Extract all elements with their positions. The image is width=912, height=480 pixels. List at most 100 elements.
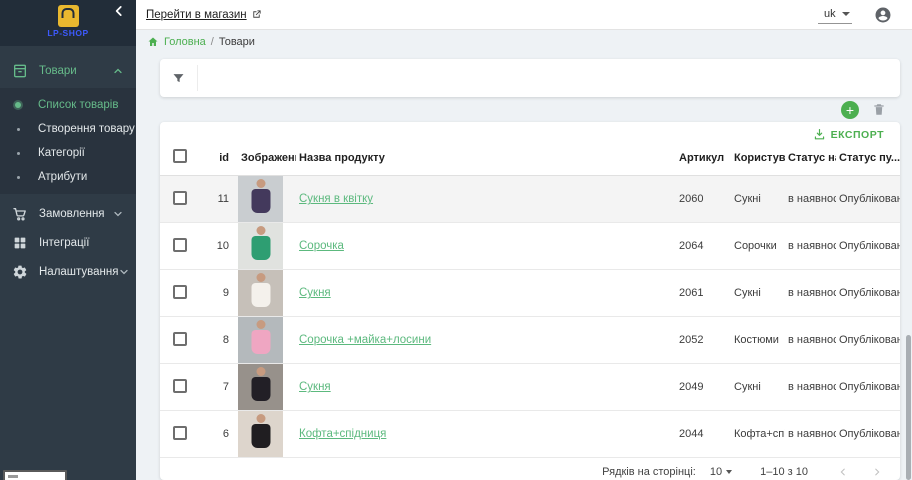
cell-stock: в наявності (785, 176, 836, 223)
gear-icon (12, 264, 28, 280)
sidebar-collapse-icon[interactable] (112, 4, 126, 18)
home-icon (147, 36, 159, 48)
product-image (238, 223, 283, 269)
next-page-icon[interactable] (872, 467, 882, 477)
column-stock-status[interactable]: Статус на... (785, 143, 836, 176)
submenu-item-label: Категорії (38, 147, 85, 159)
sidebar-item-integrations[interactable]: Інтеграції (0, 228, 136, 257)
export-label: ЕКСПОРТ (831, 129, 884, 141)
sidebar-item-attributes[interactable]: Атрибути (0, 165, 136, 189)
product-link[interactable]: Сорочка +майка+лосини (299, 334, 431, 346)
cell-category: Сукні (731, 270, 785, 317)
cell-sku: 2060 (676, 176, 731, 223)
table-row[interactable]: 9 Сукня 2061 Сукні в наявності Опубліков… (160, 270, 900, 317)
bullet-icon (17, 176, 20, 179)
toolbar-divider (197, 65, 198, 91)
main-area: Перейти в магазин uk Головна / Товари (136, 0, 912, 480)
column-name[interactable]: Назва продукту (296, 143, 676, 176)
table-row[interactable]: 10 Сорочка 2064 Сорочки в наявності Опуб… (160, 223, 900, 270)
cell-sku: 2052 (676, 317, 731, 364)
breadcrumb-separator: / (211, 36, 214, 48)
select-all-checkbox[interactable] (173, 149, 187, 163)
cell-category: Сукні (731, 176, 785, 223)
products-table-card: ЕКСПОРТ id Зображення Назва продукту Арт… (160, 122, 900, 480)
row-checkbox[interactable] (173, 238, 187, 252)
submenu-item-label: Створення товару (38, 123, 135, 135)
product-link[interactable]: Сорочка (299, 240, 344, 252)
sidebar: LP-SHOP Товари Список товарів (0, 0, 136, 480)
pagination: Рядків на сторінці: 10 1–10 з 10 (160, 458, 900, 480)
table-header-row: id Зображення Назва продукту Артикул Кор… (160, 143, 900, 176)
sidebar-item-create-product[interactable]: Створення товару (0, 117, 136, 141)
caret-down-icon (726, 470, 732, 474)
products-table: id Зображення Назва продукту Артикул Кор… (160, 143, 900, 458)
breadcrumb-home[interactable]: Головна (164, 36, 206, 48)
shop-logo[interactable]: LP-SHOP (47, 5, 88, 38)
cell-published: Опубліковано (836, 270, 900, 317)
table-row[interactable]: 6 Кофта+спідниця 2044 Кофта+спідниці в н… (160, 411, 900, 458)
sidebar-item-orders[interactable]: Замовлення (0, 199, 136, 228)
row-checkbox[interactable] (173, 426, 187, 440)
previous-page-icon[interactable] (838, 467, 848, 477)
delete-icon[interactable] (872, 102, 886, 117)
sidebar-item-products[interactable]: Товари (0, 56, 136, 85)
product-link[interactable]: Сукня (299, 287, 331, 299)
column-publish-status[interactable]: Статус пу... (836, 143, 900, 176)
pagination-range: 1–10 з 10 (760, 466, 808, 478)
language-select[interactable]: uk (818, 6, 852, 24)
cell-sku: 2064 (676, 223, 731, 270)
sidebar-item-label: Замовлення (39, 208, 112, 220)
row-checkbox[interactable] (173, 285, 187, 299)
cell-id: 11 (206, 176, 238, 223)
admin-app: LP-SHOP Товари Список товарів (0, 0, 912, 480)
cell-category: Сукні (731, 364, 785, 411)
rows-per-page-select[interactable]: 10 (710, 466, 732, 478)
sidebar-item-settings[interactable]: Налаштування (0, 257, 136, 286)
sidebar-item-categories[interactable]: Категорії (0, 141, 136, 165)
sidebar-item-product-list[interactable]: Список товарів (0, 93, 136, 117)
cell-id: 10 (206, 223, 238, 270)
table-row[interactable]: 11 Сукня в квітку 2060 Сукні в наявності… (160, 176, 900, 223)
submenu-item-label: Атрибути (38, 171, 87, 183)
export-button[interactable]: ЕКСПОРТ (813, 128, 884, 141)
cell-sku: 2061 (676, 270, 731, 317)
sidebar-item-label: Товари (39, 65, 112, 77)
breadcrumb: Головна / Товари (136, 30, 912, 53)
column-sku[interactable]: Артикул (676, 143, 731, 176)
cell-id: 7 (206, 364, 238, 411)
table-row[interactable]: 7 Сукня 2049 Сукні в наявності Опубліков… (160, 364, 900, 411)
cell-stock: в наявності (785, 411, 836, 458)
add-product-button[interactable]: + (841, 101, 859, 119)
cell-published: Опубліковано (836, 176, 900, 223)
go-to-store-link[interactable]: Перейти в магазин (146, 9, 262, 21)
column-image[interactable]: Зображення (238, 143, 296, 176)
product-link[interactable]: Кофта+спідниця (299, 428, 386, 440)
cell-id: 6 (206, 411, 238, 458)
row-checkbox[interactable] (173, 332, 187, 346)
row-checkbox[interactable] (173, 379, 187, 393)
account-icon[interactable] (874, 6, 892, 24)
column-user[interactable]: Користува... (731, 143, 785, 176)
filter-icon[interactable] (171, 71, 186, 86)
submenu-item-label: Список товарів (38, 99, 118, 111)
product-link[interactable]: Сукня (299, 381, 331, 393)
cell-id: 8 (206, 317, 238, 364)
logo-text: LP-SHOP (47, 28, 88, 38)
store-link-label: Перейти в магазин (146, 9, 247, 21)
product-image (238, 270, 283, 316)
row-checkbox[interactable] (173, 191, 187, 205)
topbar: Перейти в магазин uk (136, 0, 912, 30)
chevron-down-icon (112, 208, 124, 220)
cell-sku: 2049 (676, 364, 731, 411)
filter-toolbar (160, 59, 900, 96)
cell-stock: в наявності (785, 364, 836, 411)
cell-stock: в наявності (785, 223, 836, 270)
product-link[interactable]: Сукня в квітку (299, 193, 373, 205)
cell-published: Опубліковано (836, 317, 900, 364)
scrollbar-thumb[interactable] (906, 335, 911, 480)
column-id[interactable]: id (206, 143, 238, 176)
sidebar-nav: Товари Список товарів Створення товару К… (0, 46, 136, 286)
bullet-icon (15, 102, 21, 108)
product-image (238, 364, 283, 410)
table-row[interactable]: 8 Сорочка +майка+лосини 2052 Костюми в н… (160, 317, 900, 364)
